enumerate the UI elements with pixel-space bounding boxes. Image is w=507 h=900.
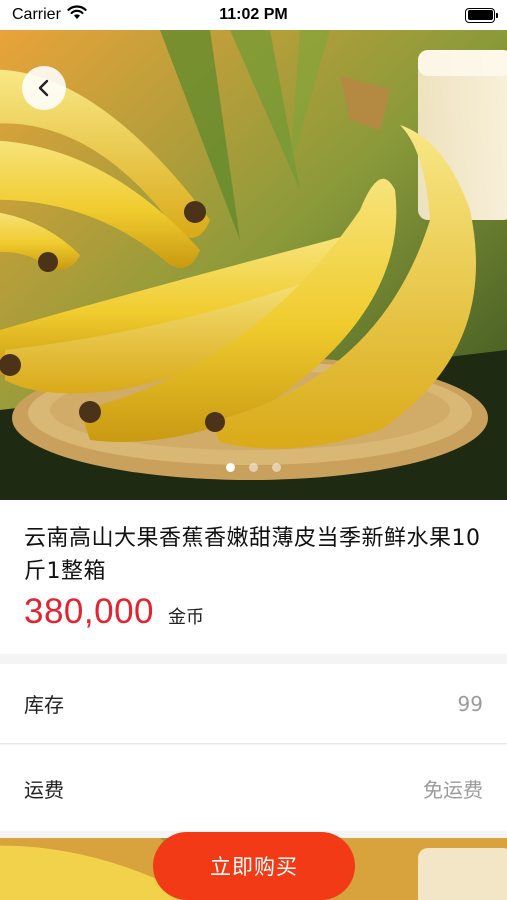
carousel-dot[interactable] xyxy=(249,463,258,472)
freight-row: 运费 免运费 xyxy=(0,745,507,831)
product-image-carousel[interactable] xyxy=(0,30,507,500)
product-title: 云南高山大果香蕉香嫩甜薄皮当季新鲜水果10斤1整箱 xyxy=(24,526,481,584)
status-left: Carrier xyxy=(12,5,162,25)
carousel-dot[interactable] xyxy=(272,463,281,472)
stock-label: 库存 xyxy=(24,693,64,717)
freight-label: 运费 xyxy=(24,777,64,802)
wifi-icon xyxy=(67,5,87,25)
stock-value: 99 xyxy=(457,691,483,716)
price-unit: 金币 xyxy=(168,607,205,628)
status-right xyxy=(345,7,498,23)
stock-row: 库存 99 xyxy=(0,664,507,744)
carousel-indicator xyxy=(0,463,507,472)
status-time: 11:02 PM xyxy=(219,6,288,23)
battery-fill xyxy=(467,10,493,20)
price-row: 380,000 金币 xyxy=(24,592,483,632)
back-button[interactable] xyxy=(22,66,66,110)
product-price: 380,000 xyxy=(24,592,155,631)
buy-now-button[interactable]: 立即购买 xyxy=(153,832,355,900)
product-info: 云南高山大果香蕉香嫩甜薄皮当季新鲜水果10斤1整箱 380,000 金币 xyxy=(0,500,507,654)
product-detail-screen: Carrier 11:02 PM 云南高山大果香蕉香嫩甜薄皮当季新鲜水果10斤1… xyxy=(0,0,507,900)
freight-value: 免运费 xyxy=(423,777,483,802)
chevron-left-icon xyxy=(36,78,52,98)
status-bar: Carrier 11:02 PM xyxy=(0,0,507,30)
carousel-dot[interactable] xyxy=(226,463,235,472)
carrier-label: Carrier xyxy=(12,6,61,23)
battery-icon xyxy=(465,7,498,23)
banana-bunch-image xyxy=(0,30,507,500)
